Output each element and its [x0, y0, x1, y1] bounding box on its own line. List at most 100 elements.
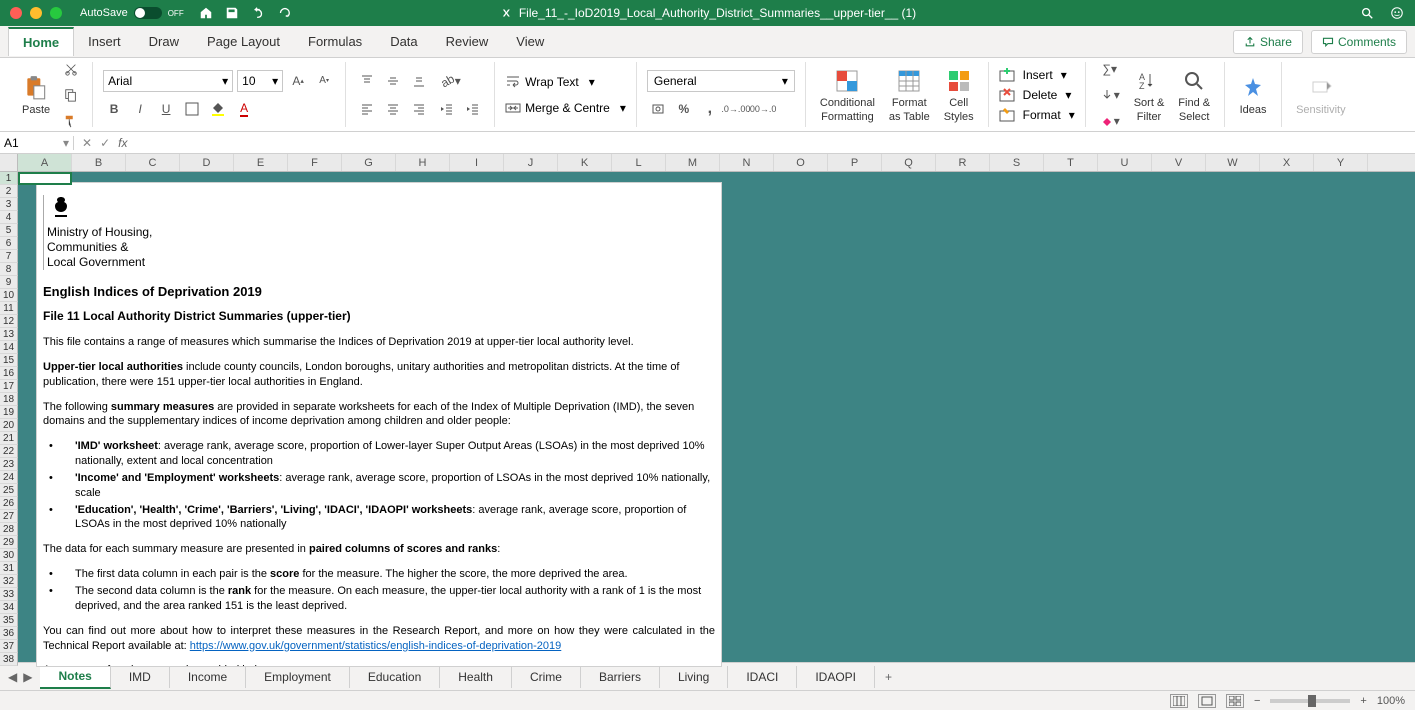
sort-filter-button[interactable]: AZ Sort &Filter [1130, 65, 1169, 125]
column-header[interactable]: K [558, 154, 612, 171]
row-header[interactable]: 33 [0, 588, 18, 601]
row-header[interactable]: 22 [0, 445, 18, 458]
maximize-window-button[interactable] [50, 7, 62, 19]
column-header[interactable]: J [504, 154, 558, 171]
zoom-slider[interactable] [1270, 699, 1350, 703]
row-header[interactable]: 26 [0, 497, 18, 510]
comments-button[interactable]: Comments [1311, 30, 1407, 54]
row-header[interactable]: 16 [0, 367, 18, 380]
autosave-toggle[interactable]: AutoSave OFF [80, 7, 184, 19]
row-header[interactable]: 24 [0, 471, 18, 484]
row-header[interactable]: 37 [0, 640, 18, 653]
row-header[interactable]: 32 [0, 575, 18, 588]
tab-review[interactable]: Review [432, 28, 503, 55]
column-header[interactable]: A [18, 154, 72, 171]
copy-icon[interactable] [60, 84, 82, 106]
sheet-tab-employment[interactable]: Employment [246, 666, 350, 688]
zoom-in-button[interactable]: + [1360, 695, 1366, 707]
enter-formula-icon[interactable]: ✓ [100, 136, 110, 150]
sheet-tab-living[interactable]: Living [660, 666, 728, 688]
sensitivity-button[interactable]: Sensitivity [1292, 72, 1350, 118]
row-header[interactable]: 3 [0, 198, 18, 211]
column-header[interactable]: E [234, 154, 288, 171]
row-header[interactable]: 8 [0, 263, 18, 276]
paste-button[interactable]: Paste [18, 72, 54, 118]
find-select-button[interactable]: Find &Select [1174, 65, 1214, 125]
underline-button[interactable]: U [155, 98, 177, 120]
increase-decimal-icon[interactable]: .0→.00 [725, 98, 747, 120]
conditional-formatting-button[interactable]: ConditionalFormatting [816, 65, 879, 125]
row-header[interactable]: 14 [0, 341, 18, 354]
comma-icon[interactable]: , [699, 98, 721, 120]
column-header[interactable]: W [1206, 154, 1260, 171]
row-header[interactable]: 15 [0, 354, 18, 367]
close-window-button[interactable] [10, 7, 22, 19]
tab-page-layout[interactable]: Page Layout [193, 28, 294, 55]
sheet-tab-income[interactable]: Income [170, 666, 246, 688]
search-icon[interactable] [1359, 5, 1375, 21]
name-box[interactable]: A1▾ [0, 136, 74, 150]
increase-indent-icon[interactable] [462, 98, 484, 120]
tab-home[interactable]: Home [8, 27, 74, 56]
column-header[interactable]: D [180, 154, 234, 171]
row-header[interactable]: 27 [0, 510, 18, 523]
decrease-font-icon[interactable]: A▾ [313, 70, 335, 92]
cancel-formula-icon[interactable]: ✕ [82, 136, 92, 150]
save-icon[interactable] [224, 5, 240, 21]
currency-icon[interactable] [647, 98, 669, 120]
sheet-tab-crime[interactable]: Crime [512, 666, 581, 688]
row-header[interactable]: 11 [0, 302, 18, 315]
font-color-button[interactable]: A [233, 98, 255, 120]
autosave-switch[interactable] [134, 7, 162, 19]
column-header[interactable]: T [1044, 154, 1098, 171]
fill-color-button[interactable] [207, 98, 229, 120]
column-header[interactable]: R [936, 154, 990, 171]
row-header[interactable]: 13 [0, 328, 18, 341]
row-header[interactable]: 9 [0, 276, 18, 289]
sheet-nav-next-icon[interactable]: ▶ [23, 670, 32, 684]
add-sheet-button[interactable]: + [875, 666, 902, 688]
selected-cell[interactable] [18, 172, 72, 185]
undo-icon[interactable] [250, 5, 266, 21]
sheet-tab-health[interactable]: Health [440, 666, 512, 688]
column-header[interactable]: B [72, 154, 126, 171]
column-header[interactable]: Y [1314, 154, 1368, 171]
zoom-out-button[interactable]: − [1254, 695, 1260, 707]
decrease-indent-icon[interactable] [436, 98, 458, 120]
row-header[interactable]: 18 [0, 393, 18, 406]
column-header[interactable]: X [1260, 154, 1314, 171]
increase-font-icon[interactable]: A▴ [287, 70, 309, 92]
sheet-tab-notes[interactable]: Notes [40, 665, 110, 689]
italic-button[interactable]: I [129, 98, 151, 120]
column-header[interactable]: U [1098, 154, 1152, 171]
tab-data[interactable]: Data [376, 28, 431, 55]
row-header[interactable]: 19 [0, 406, 18, 419]
page-break-view-icon[interactable] [1226, 694, 1244, 708]
ideas-button[interactable]: Ideas [1235, 72, 1271, 118]
column-header[interactable]: G [342, 154, 396, 171]
column-header[interactable]: H [396, 154, 450, 171]
column-header[interactable]: N [720, 154, 774, 171]
row-header[interactable]: 7 [0, 250, 18, 263]
align-right-icon[interactable] [408, 98, 430, 120]
redo-icon[interactable] [276, 5, 292, 21]
tab-view[interactable]: View [502, 28, 558, 55]
percent-icon[interactable]: % [673, 98, 695, 120]
row-header[interactable]: 30 [0, 549, 18, 562]
column-header[interactable]: L [612, 154, 666, 171]
column-header[interactable]: Q [882, 154, 936, 171]
row-header[interactable]: 10 [0, 289, 18, 302]
select-all-corner[interactable] [0, 154, 18, 172]
row-header[interactable]: 2 [0, 185, 18, 198]
row-header[interactable]: 31 [0, 562, 18, 575]
sheet-tab-imd[interactable]: IMD [111, 666, 170, 688]
column-header[interactable]: P [828, 154, 882, 171]
number-format-select[interactable]: General▾ [647, 70, 795, 92]
align-bottom-icon[interactable] [408, 70, 430, 92]
column-header[interactable]: F [288, 154, 342, 171]
row-header[interactable]: 17 [0, 380, 18, 393]
column-header[interactable]: S [990, 154, 1044, 171]
sheet-tab-barriers[interactable]: Barriers [581, 666, 660, 688]
align-top-icon[interactable] [356, 70, 378, 92]
column-header[interactable]: O [774, 154, 828, 171]
